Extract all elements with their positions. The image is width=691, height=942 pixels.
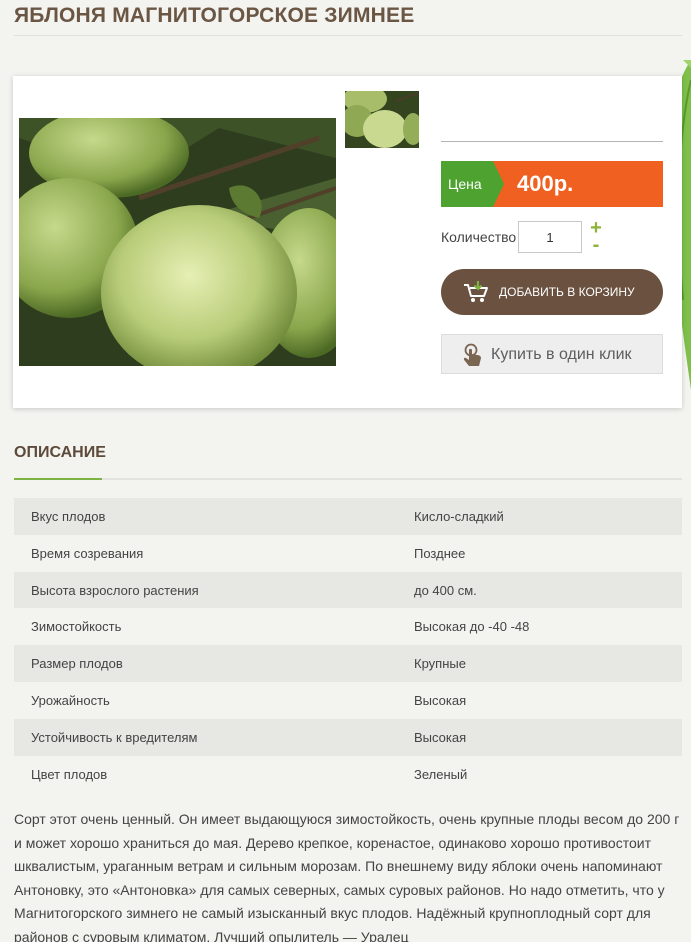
description-section-title: ОПИСАНИЕ <box>14 444 106 461</box>
description-line: районов с суровым климатом. Лучший опыли… <box>14 928 409 942</box>
quantity-decrease-button[interactable]: - <box>589 235 603 255</box>
add-to-cart-button[interactable]: ДОБАВИТЬ В КОРЗИНУ <box>441 269 663 315</box>
spec-value: до 400 см. <box>414 582 477 598</box>
table-row: Устойчивость к вредителям Высокая <box>14 718 682 756</box>
spec-value: Кисло-сладкий <box>414 509 504 524</box>
spec-name: Цвет плодов <box>31 766 108 782</box>
buy-one-click-label: Купить в один клик <box>491 346 632 363</box>
description-line: шквалистым, ураганным ветрам и сильным м… <box>14 858 663 875</box>
title-divider <box>14 35 682 36</box>
spec-name: Устойчивость к вредителям <box>31 729 198 745</box>
spec-value: Высокая до -40 -48 <box>414 619 530 635</box>
description-line: Антоновку, это «Антоновка» для самых сев… <box>14 881 665 898</box>
spec-name: Размер плодов <box>31 656 123 672</box>
product-description: Сорт этот очень ценный. Он имеет выдающу… <box>14 808 682 942</box>
product-main-image[interactable] <box>19 118 336 366</box>
table-row: Цвет плодов Зеленый <box>14 756 682 793</box>
product-thumbnail[interactable] <box>345 91 419 148</box>
spec-name: Урожайность <box>31 692 110 708</box>
spec-value: Крупные <box>414 656 466 672</box>
quantity-input[interactable] <box>518 221 582 253</box>
price-block: Цена 400р. <box>441 161 663 207</box>
description-line: Сорт этот очень ценный. Он имеет выдающу… <box>14 811 680 827</box>
quantity-label: Количество <box>441 229 517 245</box>
cart-icon <box>464 281 488 302</box>
description-line: Магнитогорского зимнего не самый изыскан… <box>14 905 651 922</box>
table-row: Размер плодов Крупные <box>14 645 682 682</box>
price-value: 400р. <box>517 171 574 196</box>
section-divider <box>14 478 682 480</box>
description-line: и может хорошо храниться до мая. Дерево … <box>14 834 651 851</box>
spec-value: Зеленый <box>414 766 468 782</box>
table-row: Вкус плодов Кисло-сладкий <box>14 498 682 535</box>
page-title: ЯБЛОНЯ МАГНИТОГОРСКОЕ ЗИМНЕЕ <box>14 4 415 27</box>
price-label: Цена <box>448 176 482 192</box>
buy-one-click-button[interactable]: Купить в один клик <box>441 334 663 374</box>
table-row: Высота взрослого растения до 400 см. <box>14 571 682 609</box>
section-divider-accent <box>14 478 102 480</box>
product-card: Цена 400р. Количество + - ДОБАВИТЬ В КОР… <box>13 76 682 408</box>
add-to-cart-label: ДОБАВИТЬ В КОРЗИНУ <box>499 285 635 299</box>
touch-icon <box>463 343 481 366</box>
table-row: Время созревания Позднее <box>14 535 682 572</box>
spec-value: Высокая <box>414 729 467 745</box>
price-divider <box>441 141 663 142</box>
spec-name: Вкус плодов <box>31 509 106 524</box>
spec-name: Зимостойкость <box>31 619 122 635</box>
spec-name: Время созревания <box>31 545 144 561</box>
table-row: Зимостойкость Высокая до -40 -48 <box>14 608 682 645</box>
spec-value: Высокая <box>414 692 467 708</box>
table-row: Урожайность Высокая <box>14 682 682 719</box>
spec-name: Высота взрослого растения <box>31 582 199 598</box>
specs-table: Вкус плодов Кисло-сладкий Время созреван… <box>14 498 682 792</box>
spec-value: Позднее <box>414 545 466 561</box>
